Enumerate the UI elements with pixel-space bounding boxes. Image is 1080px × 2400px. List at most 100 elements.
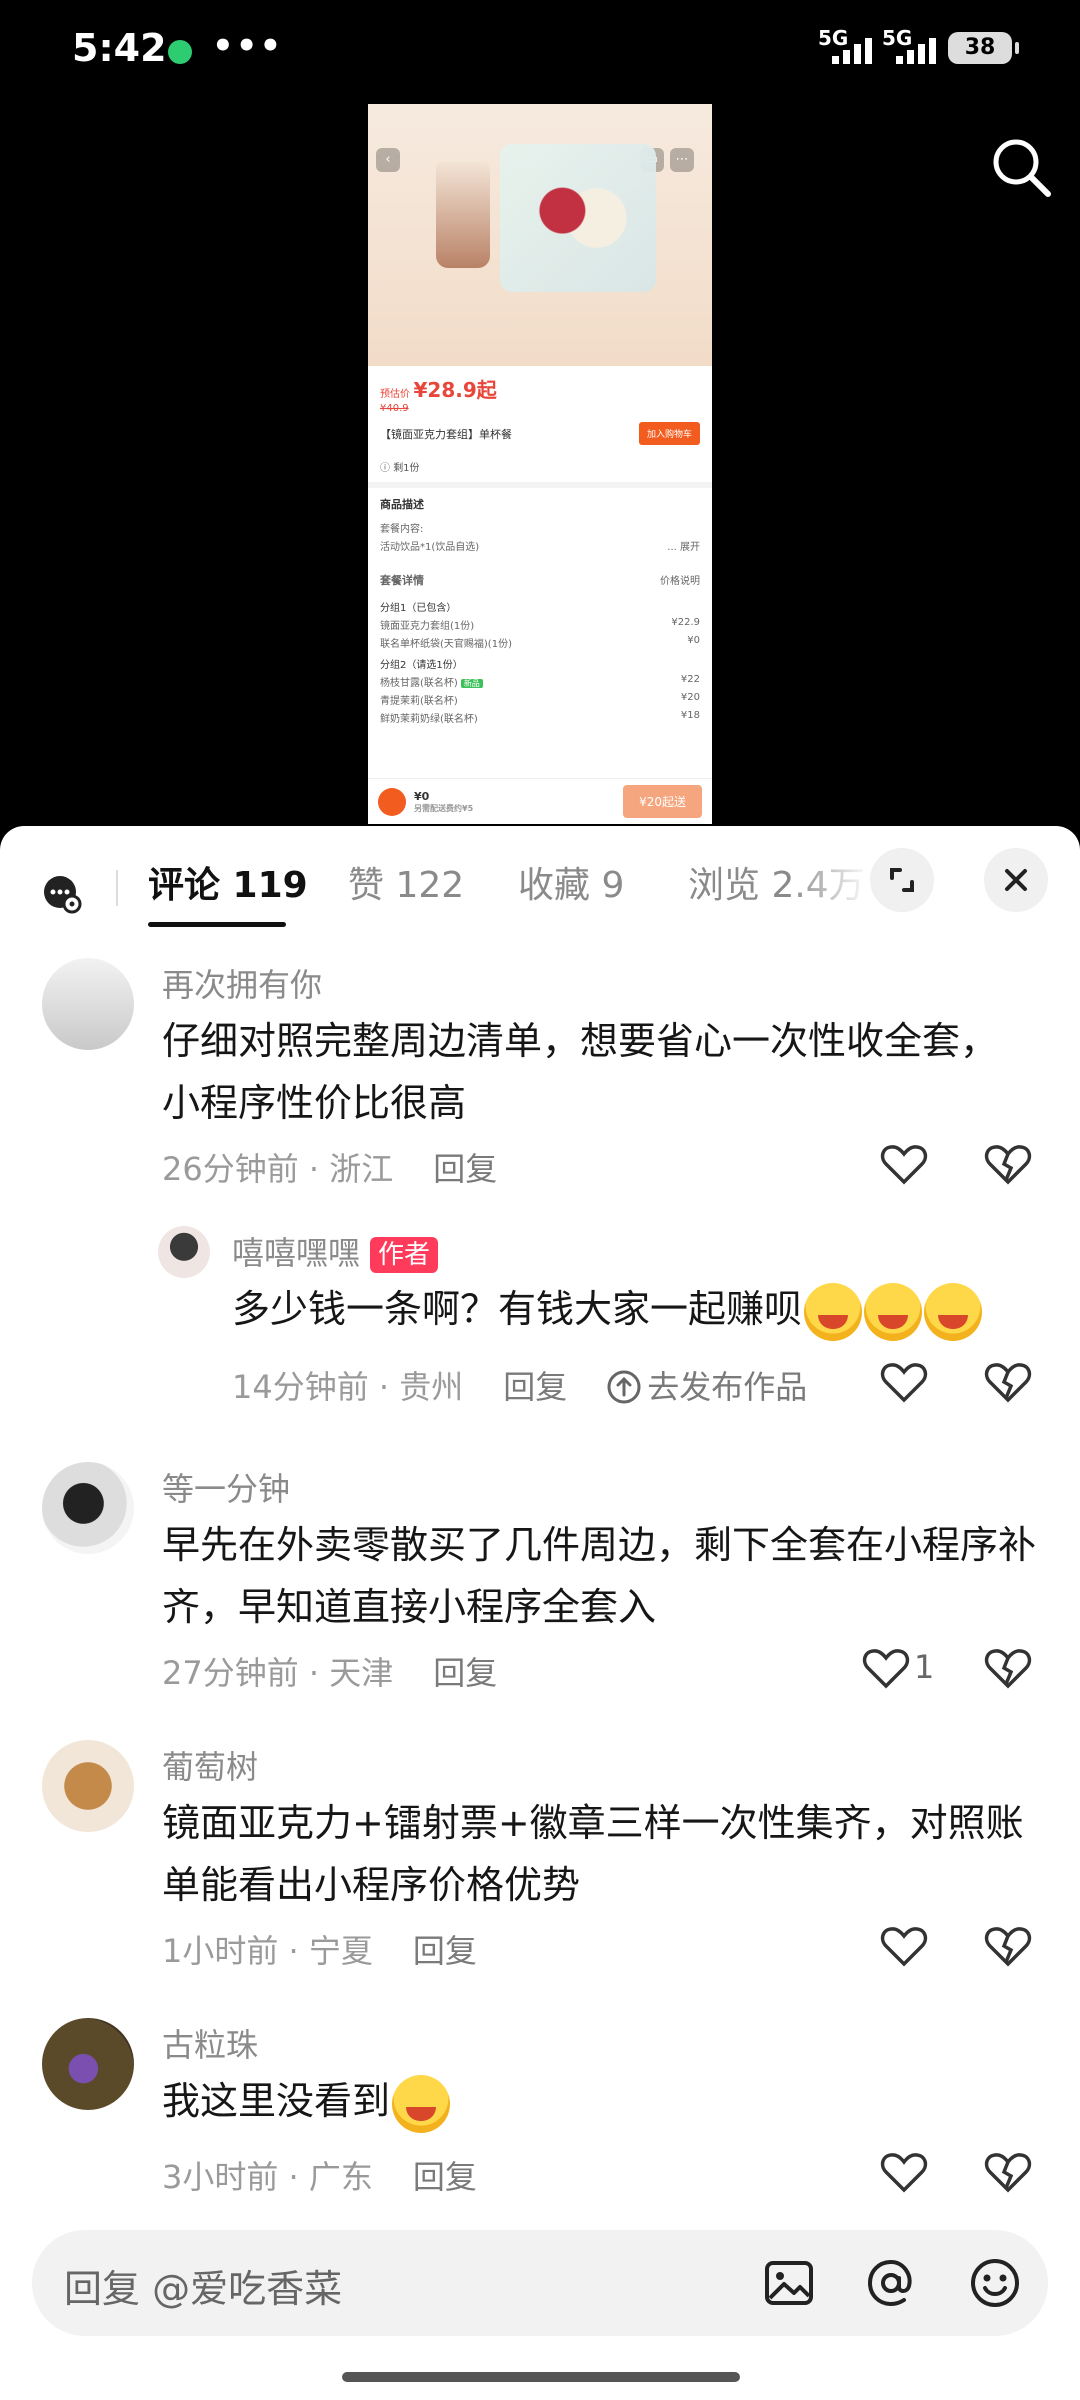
- comment-meta: 26分钟前 · 浙江 回复: [162, 1144, 497, 1190]
- description-section: 商品描述 套餐内容: 活动饮品*1(饮品自选) ... 展开: [368, 488, 712, 564]
- comment-text: 仔细对照完整周边清单，想要省心一次性收全套，小程序性价比很高: [162, 1019, 999, 1125]
- mention-icon[interactable]: [864, 2256, 918, 2310]
- like-heart-icon[interactable]: [862, 1646, 910, 1690]
- like-count: 1: [914, 1648, 935, 1686]
- search-icon[interactable]: [990, 136, 1054, 200]
- checkout-button: ¥20起送: [623, 785, 702, 818]
- avatar[interactable]: [42, 1462, 134, 1554]
- comment-username[interactable]: 嘻嘻嘿嘿 作者: [232, 1228, 439, 1274]
- reply-input-bar[interactable]: 回复 @爱吃香菜: [32, 2230, 1048, 2336]
- image-icon[interactable]: [762, 2256, 816, 2310]
- description-title: 商品描述: [380, 498, 424, 511]
- item-name: 鲜奶茉莉奶绿(联名杯): [380, 714, 478, 725]
- tab-divider: [116, 870, 118, 906]
- comment-username[interactable]: 葡萄树: [162, 1742, 258, 1788]
- publish-work-button[interactable]: 去发布作品: [607, 1368, 807, 1406]
- comment-text: 早先在外卖零散买了几件周边，剩下全套在小程序补齐，早知道直接小程序全套入: [162, 1523, 1037, 1629]
- comment-item: 古粒珠 我这里没看到 3小时前 · 广东 回复: [0, 2018, 1080, 2208]
- dislike-heart-icon[interactable]: [984, 1924, 1032, 1968]
- status-bar: 5:42 ••• 5G 5G 38: [0, 0, 1080, 100]
- detail-title: 套餐详情: [380, 574, 424, 587]
- avatar[interactable]: [42, 2018, 134, 2110]
- new-tag: 新品: [460, 679, 483, 688]
- price-label: 预估价: [380, 389, 410, 400]
- comment-location: 广东: [308, 2158, 373, 2196]
- comment-meta: 14分钟前 · 贵州 回复 去发布作品: [232, 1362, 807, 1408]
- comment-location: 宁夏: [308, 1932, 373, 1970]
- item-price: ¥22.9: [671, 617, 700, 628]
- tab-favorites[interactable]: 收藏 9: [518, 856, 624, 908]
- comment-meta: 27分钟前 · 天津 回复: [162, 1648, 497, 1694]
- tab-fade: [790, 846, 870, 916]
- tab-likes[interactable]: 赞 122: [348, 856, 464, 908]
- reply-input-placeholder[interactable]: 回复 @爱吃香菜: [64, 2258, 342, 2313]
- laughing-crying-emoji-icon: [864, 1282, 923, 1341]
- expand-icon[interactable]: [870, 848, 934, 912]
- item-name: 杨枝甘露(联名杯): [380, 678, 458, 689]
- comment-item: 等一分钟 早先在外卖零散买了几件周边，剩下全套在小程序补齐，早知道直接小程序全套…: [0, 1462, 1080, 1712]
- like-heart-icon[interactable]: [880, 1360, 928, 1404]
- home-indicator[interactable]: [342, 2372, 740, 2382]
- more-icon: ⋯: [670, 148, 694, 172]
- recording-indicator-icon: [168, 40, 192, 64]
- like-heart-icon[interactable]: [880, 1142, 928, 1186]
- comment-username[interactable]: 再次拥有你: [162, 960, 322, 1006]
- add-to-cart-button: 加入购物车: [638, 422, 700, 445]
- comment-username[interactable]: 等一分钟: [162, 1464, 290, 1510]
- dislike-heart-icon[interactable]: [984, 2150, 1032, 2194]
- group2-title: 分组2（请选1份）: [380, 660, 463, 671]
- close-icon[interactable]: [984, 848, 1048, 912]
- username-text: 嘻嘻嘿嘿: [232, 1234, 361, 1272]
- item-price: ¥20: [680, 692, 700, 703]
- comment-item: 再次拥有你 仔细对照完整周边清单，想要省心一次性收全套，小程序性价比很高 26分…: [0, 952, 1080, 1202]
- comment-reply-item: 嘻嘻嘿嘿 作者 多少钱一条啊？有钱大家一起赚呗 14分钟前 · 贵州 回复 去发布作品: [0, 1222, 1080, 1422]
- expand-link: ... 展开: [667, 542, 700, 553]
- laughing-crying-emoji-icon: [924, 1282, 983, 1341]
- author-badge: 作者: [370, 1237, 439, 1273]
- item-name: 联名单杯纸袋(天官赐福)(1份): [380, 639, 512, 650]
- comment-meta: 1小时前 · 宁夏 回复: [162, 1926, 477, 1972]
- signal-icon: [832, 36, 872, 64]
- reply-button[interactable]: 回复: [433, 1654, 497, 1692]
- avatar[interactable]: [42, 958, 134, 1050]
- status-more-icon: •••: [212, 26, 284, 66]
- reply-button[interactable]: 回复: [433, 1150, 497, 1188]
- active-tab-underline: [148, 922, 286, 927]
- avatar[interactable]: [42, 1740, 134, 1832]
- total-amount: ¥0: [414, 789, 430, 803]
- bag-icon: [378, 787, 406, 816]
- laughing-crying-emoji-icon: [804, 1282, 863, 1341]
- comment-text: 镜面亚克力+镭射票+徽章三样一次性集齐，对照账单能看出小程序价格优势: [162, 1801, 1024, 1907]
- group1-title: 分组1（已包含）: [380, 603, 457, 614]
- price-row: 预估价 ¥28.9起 ¥40.9: [368, 366, 712, 414]
- like-heart-icon[interactable]: [880, 1924, 928, 1968]
- product-hero-image: ‹ ▭ ⋯: [368, 104, 712, 366]
- reply-button[interactable]: 回复: [413, 1932, 477, 1970]
- back-icon: ‹: [376, 148, 400, 172]
- dislike-heart-icon[interactable]: [984, 1360, 1032, 1404]
- avatar[interactable]: [158, 1226, 210, 1278]
- emoji-icon[interactable]: [968, 2256, 1022, 2310]
- like-heart-icon[interactable]: [880, 2150, 928, 2194]
- comment-location: 浙江: [329, 1150, 394, 1188]
- comment-settings-icon[interactable]: [42, 874, 82, 914]
- dislike-heart-icon[interactable]: [984, 1142, 1032, 1186]
- price-note: 价格说明: [660, 576, 700, 587]
- reply-button[interactable]: 回复: [503, 1368, 567, 1406]
- comment-text-content: 多少钱一条啊？有钱大家一起赚呗: [232, 1287, 803, 1331]
- comment-time: 1小时前: [162, 1932, 279, 1970]
- reply-button[interactable]: 回复: [413, 2158, 477, 2196]
- comment-username[interactable]: 古粒珠: [162, 2020, 258, 2066]
- stock-left-text: 剩1份: [393, 463, 420, 474]
- tab-comments[interactable]: 评论 119: [148, 856, 308, 908]
- meta-separator: ·: [368, 1368, 400, 1406]
- post-image[interactable]: ‹ ▭ ⋯ 预估价 ¥28.9起 ¥40.9 【镜面亚克力套组】单杯餐 加入购物…: [368, 104, 712, 824]
- comment-text: 我这里没看到: [162, 2070, 1042, 2133]
- comment-tabs: 评论 119 赞 122 收藏 9 浏览 2.4万: [0, 826, 1080, 956]
- comment-text: 多少钱一条啊？有钱大家一起赚呗: [232, 1278, 1032, 1341]
- pleading-face-emoji-icon: [392, 2074, 451, 2133]
- item-name: 镜面亚克力套组(1份): [380, 621, 475, 632]
- meta-separator: ·: [298, 1150, 330, 1188]
- comment-meta: 3小时前 · 广东 回复: [162, 2152, 477, 2198]
- dislike-heart-icon[interactable]: [984, 1646, 1032, 1690]
